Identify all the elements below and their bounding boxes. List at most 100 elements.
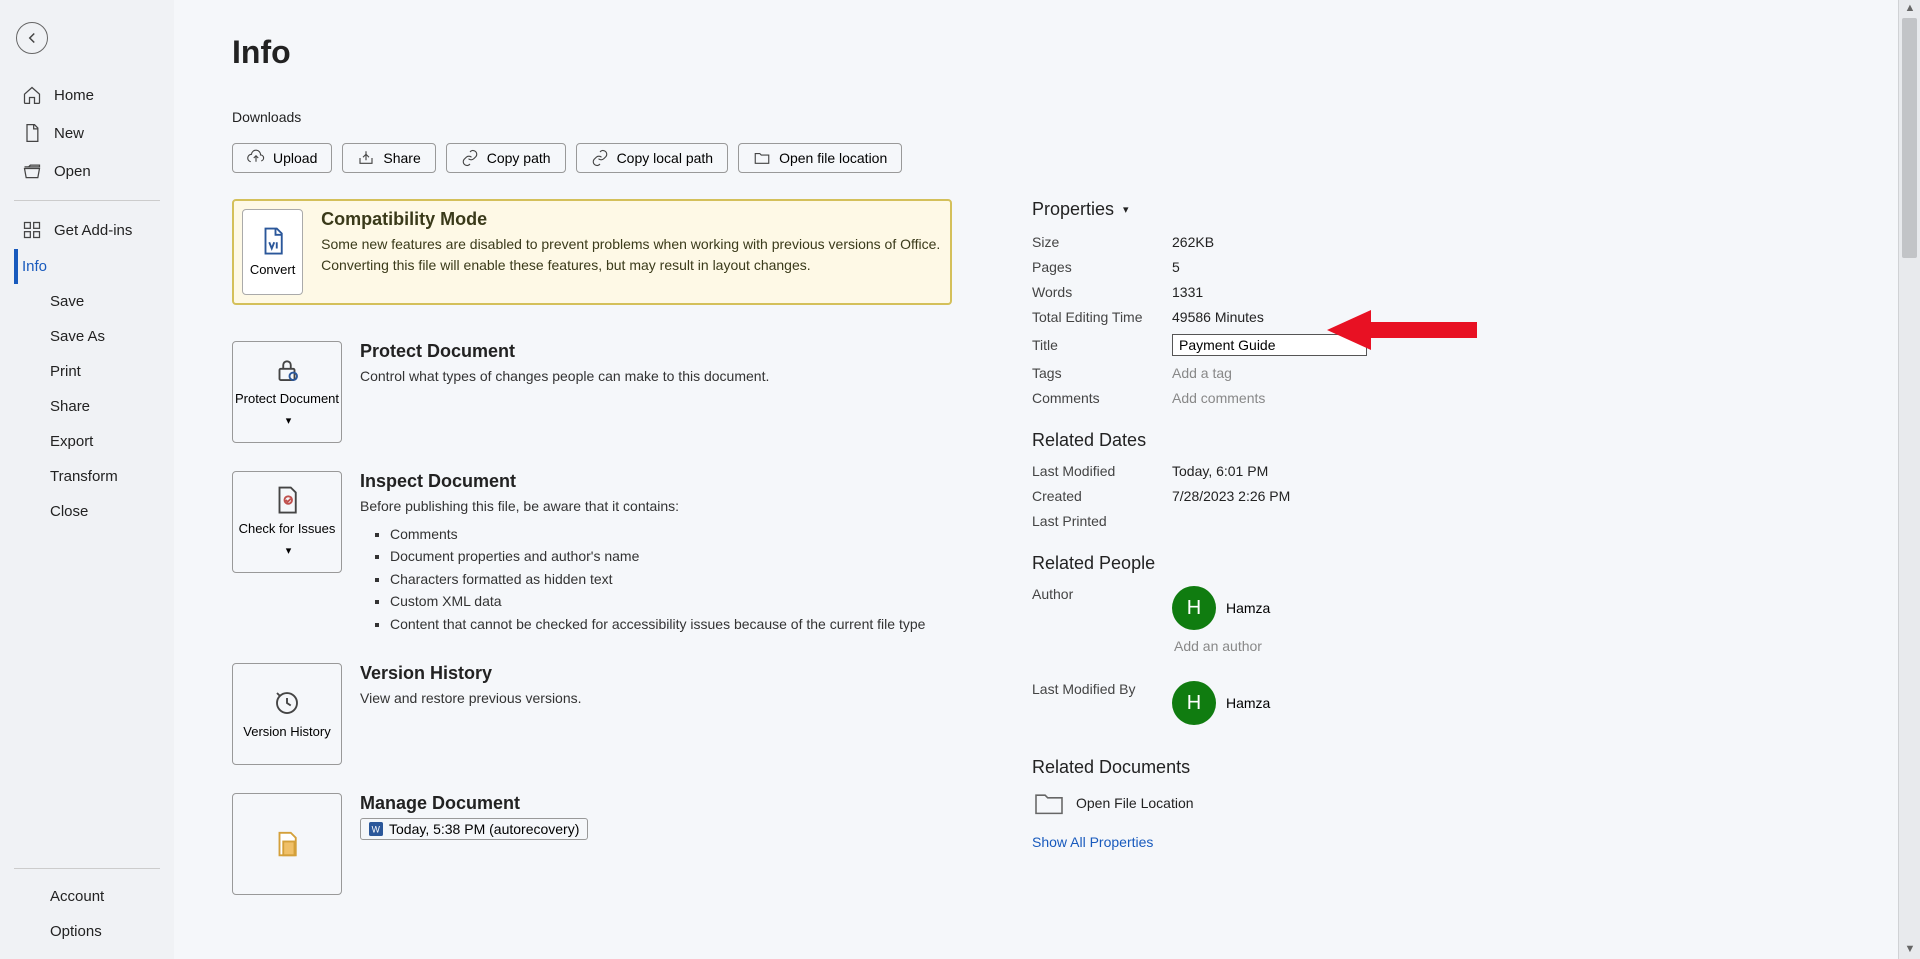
upload-button[interactable]: Upload <box>232 143 332 173</box>
nav-get-addins[interactable]: Get Add-ins <box>14 211 160 249</box>
nav-account[interactable]: Account <box>14 879 160 914</box>
created-label: Created <box>1032 488 1172 504</box>
properties-panel: Properties ▾ Size 262KB Pages 5 Words 13… <box>1032 199 1512 923</box>
compat-heading: Compatibility Mode <box>321 209 942 230</box>
protect-document-button[interactable]: Protect Document▾ <box>232 341 342 443</box>
nav-info-label: Info <box>22 258 47 275</box>
scroll-down-icon[interactable]: ▼ <box>1903 943 1917 957</box>
history-icon <box>272 688 302 718</box>
prop-words-value: 1331 <box>1172 284 1512 300</box>
inspect-item: Custom XML data <box>390 590 925 612</box>
add-comments-field[interactable]: Add comments <box>1172 390 1512 406</box>
nav-share[interactable]: Share <box>14 389 160 424</box>
svg-text:W: W <box>372 824 381 834</box>
lock-icon <box>272 355 302 385</box>
autorecovery-label: Today, 5:38 PM (autorecovery) <box>389 821 579 837</box>
nav-home-label: Home <box>54 87 94 104</box>
addins-icon <box>22 220 42 240</box>
chevron-down-icon: ▾ <box>286 544 292 558</box>
scroll-up-icon[interactable]: ▲ <box>1903 2 1917 16</box>
prop-title-label: Title <box>1032 337 1172 353</box>
nav-addins-label: Get Add-ins <box>54 222 132 239</box>
protect-heading: Protect Document <box>360 341 769 362</box>
nav-transform[interactable]: Transform <box>14 459 160 494</box>
prop-pages-label: Pages <box>1032 259 1172 275</box>
add-tag-field[interactable]: Add a tag <box>1172 365 1512 381</box>
copy-local-label: Copy local path <box>617 150 714 166</box>
nav-options-label: Options <box>50 923 102 940</box>
open-file-location-link[interactable]: Open File Location <box>1032 790 1512 816</box>
modified-by-label: Last Modified By <box>1032 681 1172 697</box>
new-doc-icon <box>22 123 42 143</box>
upload-icon <box>247 149 265 167</box>
open-file-location-label: Open File Location <box>1076 795 1194 811</box>
inspect-item: Document properties and author's name <box>390 545 925 567</box>
modified-by-name: Hamza <box>1226 695 1270 711</box>
nav-separator-bottom <box>14 868 160 869</box>
folder-icon <box>753 149 771 167</box>
nav-separator <box>14 200 160 201</box>
autorecovery-entry[interactable]: W Today, 5:38 PM (autorecovery) <box>360 818 588 840</box>
nav-close[interactable]: Close <box>14 494 160 529</box>
author-avatar: H <box>1172 586 1216 630</box>
author-person[interactable]: H Hamza <box>1172 586 1512 630</box>
protect-label: Protect Document <box>235 391 339 408</box>
nav-print[interactable]: Print <box>14 354 160 389</box>
add-author-link[interactable]: Add an author <box>1174 638 1512 654</box>
copy-path-button[interactable]: Copy path <box>446 143 566 173</box>
copy-path-label: Copy path <box>487 150 551 166</box>
info-page: Info Downloads Upload Share Copy path Co… <box>174 0 1920 959</box>
last-modified-value: Today, 6:01 PM <box>1172 463 1512 479</box>
back-arrow-icon <box>23 29 41 47</box>
nav-options[interactable]: Options <box>14 914 160 949</box>
created-value: 7/28/2023 2:26 PM <box>1172 488 1512 504</box>
prop-tags-label: Tags <box>1032 365 1172 381</box>
share-button[interactable]: Share <box>342 143 435 173</box>
upload-label: Upload <box>273 150 317 166</box>
prop-edit-time-label: Total Editing Time <box>1032 309 1172 325</box>
prop-pages-value: 5 <box>1172 259 1512 275</box>
version-history-button[interactable]: Version History <box>232 663 342 765</box>
prop-comments-label: Comments <box>1032 390 1172 406</box>
prop-size-label: Size <box>1032 234 1172 250</box>
convert-label: Convert <box>250 262 296 279</box>
copy-local-path-button[interactable]: Copy local path <box>576 143 729 173</box>
vertical-scrollbar[interactable]: ▲ ▼ <box>1898 0 1920 959</box>
manage-document-button[interactable] <box>232 793 342 895</box>
check-issues-button[interactable]: Check for Issues▾ <box>232 471 342 573</box>
nav-share-label: Share <box>50 398 90 415</box>
breadcrumb: Downloads <box>232 109 1920 125</box>
last-printed-label: Last Printed <box>1032 513 1172 529</box>
inspect-list: Comments Document properties and author'… <box>390 523 925 635</box>
scroll-thumb[interactable] <box>1902 18 1917 258</box>
inspect-document-card: Check for Issues▾ Inspect Document Befor… <box>232 471 952 635</box>
word-doc-icon <box>258 226 288 256</box>
backstage-sidebar: Home New Open Get Add-ins Info Save Save… <box>0 0 174 959</box>
open-file-location-button[interactable]: Open file location <box>738 143 902 173</box>
show-all-properties-link[interactable]: Show All Properties <box>1032 834 1512 850</box>
nav-save[interactable]: Save <box>14 284 160 319</box>
nav-close-label: Close <box>50 503 88 520</box>
last-modified-label: Last Modified <box>1032 463 1172 479</box>
nav-export-label: Export <box>50 433 93 450</box>
version-body: View and restore previous versions. <box>360 688 582 709</box>
back-button[interactable] <box>16 22 48 54</box>
nav-open[interactable]: Open <box>14 152 160 190</box>
nav-save-as[interactable]: Save As <box>14 319 160 354</box>
properties-dropdown[interactable]: Properties ▾ <box>1032 199 1512 220</box>
modified-by-person[interactable]: H Hamza <box>1172 681 1512 725</box>
nav-info[interactable]: Info <box>14 249 160 284</box>
related-people-header: Related People <box>1032 553 1512 574</box>
convert-button[interactable]: Convert <box>242 209 303 295</box>
related-dates-header: Related Dates <box>1032 430 1512 451</box>
link-icon <box>591 149 609 167</box>
nav-home[interactable]: Home <box>14 76 160 114</box>
share-icon <box>357 149 375 167</box>
word-file-icon: W <box>369 822 383 836</box>
prop-size-value: 262KB <box>1172 234 1512 250</box>
folder-icon <box>1032 790 1066 816</box>
nav-new[interactable]: New <box>14 114 160 152</box>
inspect-doc-icon <box>272 485 302 515</box>
chevron-down-icon: ▾ <box>1123 203 1129 216</box>
nav-export[interactable]: Export <box>14 424 160 459</box>
